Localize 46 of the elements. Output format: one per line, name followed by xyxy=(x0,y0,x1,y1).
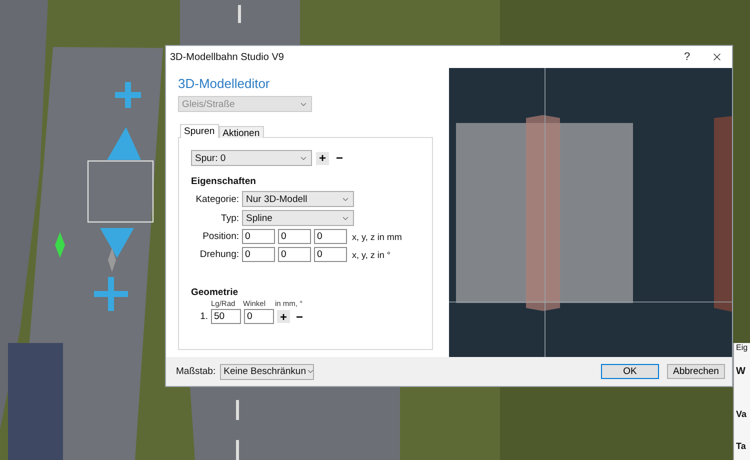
field-label: Maßstab: xyxy=(176,366,216,377)
diamond-icon xyxy=(108,248,116,272)
input-field[interactable]: 0 xyxy=(314,229,347,244)
selection-rectangle xyxy=(87,160,154,223)
window-title: 3D-Modellbahn Studio V9 xyxy=(170,52,285,62)
dropdown[interactable]: Nur 3D-Modell xyxy=(242,191,354,207)
plus-icon xyxy=(115,82,141,108)
triangle-up-icon xyxy=(107,127,141,160)
window-title: Eig xyxy=(736,343,749,352)
section-heading: W xyxy=(736,366,746,377)
field-label: Position: xyxy=(202,231,239,242)
help-button[interactable]: ? xyxy=(672,46,702,68)
input-field[interactable]: 50 xyxy=(211,309,241,324)
track-select[interactable]: Spur: 0 xyxy=(191,150,312,166)
cancel-button[interactable]: Abbrechen xyxy=(667,364,725,379)
row-number: 1. xyxy=(199,311,208,322)
remove-button[interactable]: − xyxy=(333,152,346,164)
scale-select[interactable]: Keine Beschränkun xyxy=(220,364,314,380)
input-field[interactable]: 0 xyxy=(278,247,311,262)
tab[interactable]: Aktionen xyxy=(218,126,264,138)
close-icon xyxy=(711,51,723,63)
triangle-down-icon xyxy=(100,228,134,258)
input-field[interactable]: 0 xyxy=(242,247,275,262)
remove-button[interactable]: − xyxy=(293,310,306,323)
input-field[interactable]: 0 xyxy=(242,229,275,244)
plus-icon xyxy=(94,277,128,311)
field-label: Typ: xyxy=(220,212,239,224)
section-heading: Eigenschaften xyxy=(191,176,257,187)
input-field[interactable]: 0 xyxy=(314,247,347,262)
diamond-icon xyxy=(55,232,65,258)
field-label: Kategorie: xyxy=(194,194,239,204)
chevron-down-icon xyxy=(306,367,315,376)
ok-button[interactable]: OK xyxy=(601,364,659,379)
section-heading: Geometrie xyxy=(191,287,239,298)
field-label: Drehung: xyxy=(198,249,239,260)
field-label: Ta xyxy=(736,441,747,451)
add-button[interactable]: + xyxy=(316,152,329,164)
input-field[interactable]: 0 xyxy=(278,229,311,244)
add-button[interactable]: + xyxy=(277,310,290,323)
tab[interactable]: Spuren xyxy=(180,124,219,138)
unit-label: x, y, z in ° xyxy=(352,250,390,260)
field-label: Va xyxy=(736,409,748,419)
editor-heading: 3D-Modelleditor xyxy=(178,76,271,91)
input-field[interactable]: 0 xyxy=(244,309,274,324)
unit-label: x, y, z in mm xyxy=(352,232,402,242)
dropdown[interactable]: Spline xyxy=(242,210,354,226)
